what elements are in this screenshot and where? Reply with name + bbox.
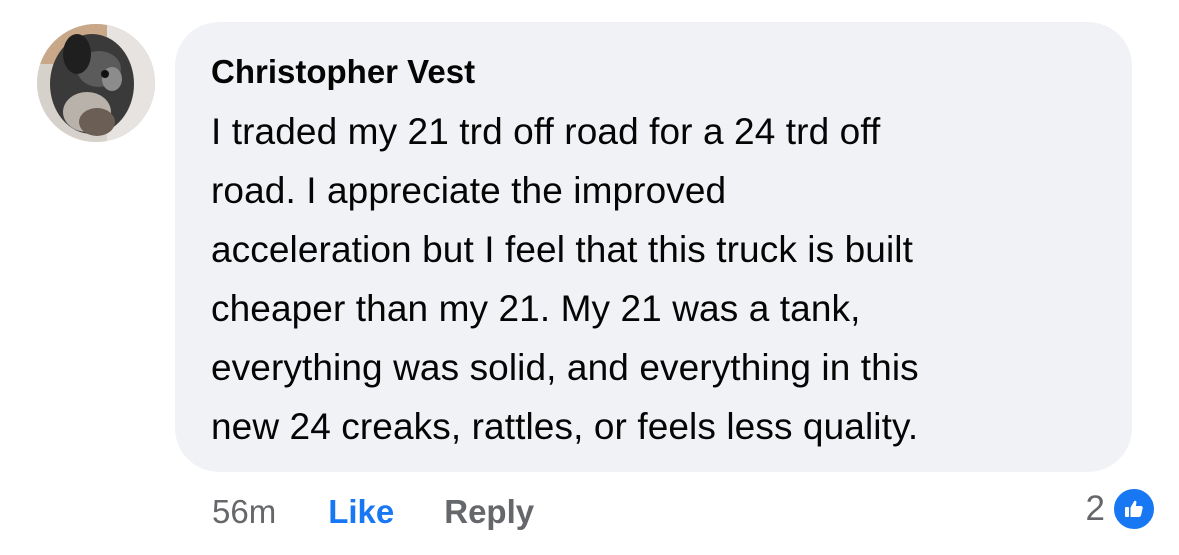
comment-bubble: Christopher Vest I traded my 21 trd off … xyxy=(175,22,1132,472)
comment-author[interactable]: Christopher Vest xyxy=(211,50,475,94)
comment-text: I traded my 21 trd off road for a 24 trd… xyxy=(211,111,919,447)
comment-actions: 56m Like Reply xyxy=(212,488,534,536)
reaction-summary[interactable]: 2 xyxy=(1086,484,1157,534)
reply-button[interactable]: Reply xyxy=(444,493,534,531)
like-button[interactable]: Like xyxy=(328,493,394,531)
avatar[interactable] xyxy=(37,24,155,142)
thumbs-up-icon xyxy=(1111,486,1157,532)
comment-timestamp[interactable]: 56m xyxy=(212,493,276,531)
reaction-count: 2 xyxy=(1085,489,1105,528)
